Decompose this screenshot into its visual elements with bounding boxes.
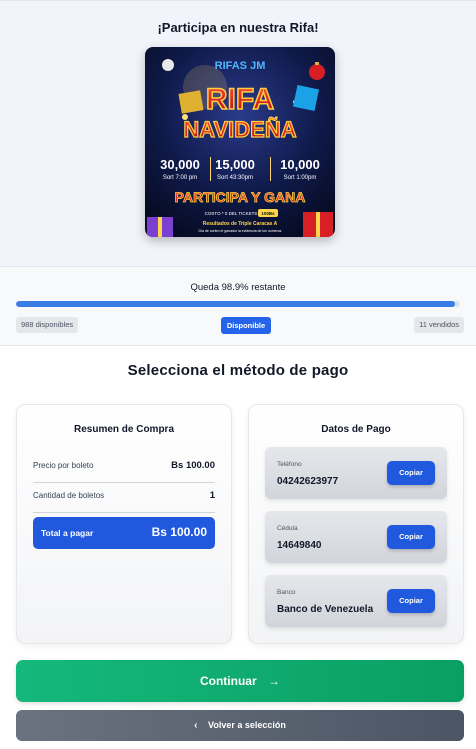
purchase-summary-card: Resumen de Compra Precio por boleto Bs 1…	[16, 404, 232, 644]
poster-cost-badge: 100Bs	[261, 211, 275, 216]
continue-button[interactable]: Continuar →	[16, 660, 464, 702]
progress-bar	[16, 301, 460, 307]
back-label: Volver a selección	[207, 720, 286, 730]
continue-label: Continuar	[199, 674, 257, 688]
price-divider	[33, 482, 215, 483]
id-field: Cédula 14649840 Copiar	[265, 511, 447, 563]
quantity-row: Cantidad de boletos 1	[33, 485, 215, 513]
phone-value: 04242623977	[277, 476, 339, 487]
payment-details-card: Datos de Pago Teléfono 04242623977 Copia…	[248, 404, 464, 644]
copy-phone-button[interactable]: Copiar	[387, 461, 435, 485]
poster-cost-line: COSTO * 0 DEL TICKETS A	[205, 211, 262, 216]
raffle-poster-art: RIFAS JM RIFA NAVIDEÑA 30,000 Sort 7:00 …	[145, 47, 335, 237]
payment-method-title: Selecciona el método de pago	[127, 362, 349, 379]
poster-prize-3-amount: 10,000	[280, 157, 320, 172]
raffle-poster: RIFAS JM RIFA NAVIDEÑA 30,000 Sort 7:00 …	[145, 47, 335, 237]
bank-field: Banco Banco de Venezuela Copiar	[265, 575, 447, 627]
poster-prize-3-time: Sort 1:00pm	[284, 175, 317, 181]
total-box: Total a pagar Bs 100.00	[33, 517, 215, 549]
available-count-badge: 988 disponibles	[16, 317, 79, 333]
poster-cta: PARTICIPA Y GANA	[175, 189, 306, 205]
quantity-divider	[33, 512, 215, 513]
poster-results-line: Resultados de Triple Caracas A	[203, 221, 278, 227]
price-value: Bs 100.00	[171, 460, 215, 471]
poster-headline-1: RIFA	[206, 83, 274, 116]
total-value: Bs 100.00	[151, 525, 207, 539]
status-badge: Disponible	[221, 317, 271, 334]
arrow-right-icon: →	[268, 674, 280, 688]
copy-bank-button[interactable]: Copiar	[387, 589, 435, 613]
id-label: Cédula	[277, 525, 298, 532]
price-label: Precio por boleto	[33, 461, 94, 470]
progress-bar-fill	[16, 301, 456, 307]
poster-prize-1-amount: 30,000	[160, 157, 200, 172]
poster-prize-2-amount: 15,000	[215, 157, 255, 172]
quantity-value: 1	[209, 490, 215, 501]
raffle-hero: ¡Participa en nuestra Rifa! RIFAS JM RIF…	[0, 0, 476, 266]
poster-prize-2-time: Sort 43:30pm	[217, 175, 253, 181]
sold-count-badge: 11 vendidos	[414, 317, 464, 333]
copy-id-button[interactable]: Copiar	[387, 525, 435, 549]
poster-brand: RIFAS JM	[215, 60, 266, 72]
id-value: 14649840	[277, 540, 322, 551]
payment-title: Datos de Pago	[321, 424, 391, 435]
quantity-label: Cantidad de boletos	[33, 491, 105, 500]
hero-title: ¡Participa en nuestra Rifa!	[157, 20, 319, 35]
poster-fine-print: Día de sorteo el ganador la evidencia de…	[199, 229, 282, 233]
chevron-left-icon: ‹	[194, 720, 198, 731]
price-row: Precio por boleto Bs 100.00	[33, 455, 215, 483]
back-to-selection-button[interactable]: ‹ Volver a selección	[16, 710, 464, 741]
phone-field: Teléfono 04242623977 Copiar	[265, 447, 447, 499]
poster-prize-1-time: Sort 7:00 pm	[163, 175, 197, 181]
bank-value: Banco de Venezuela	[277, 604, 374, 615]
remaining-text: Queda 98.9% restante	[190, 282, 286, 293]
summary-title: Resumen de Compra	[73, 424, 175, 435]
raffle-progress: Queda 98.9% restante 988 disponibles Dis…	[0, 266, 476, 346]
total-label: Total a pagar	[41, 528, 94, 538]
bank-label: Banco	[277, 589, 296, 596]
phone-label: Teléfono	[277, 461, 302, 468]
poster-headline-2: NAVIDEÑA	[183, 117, 296, 142]
